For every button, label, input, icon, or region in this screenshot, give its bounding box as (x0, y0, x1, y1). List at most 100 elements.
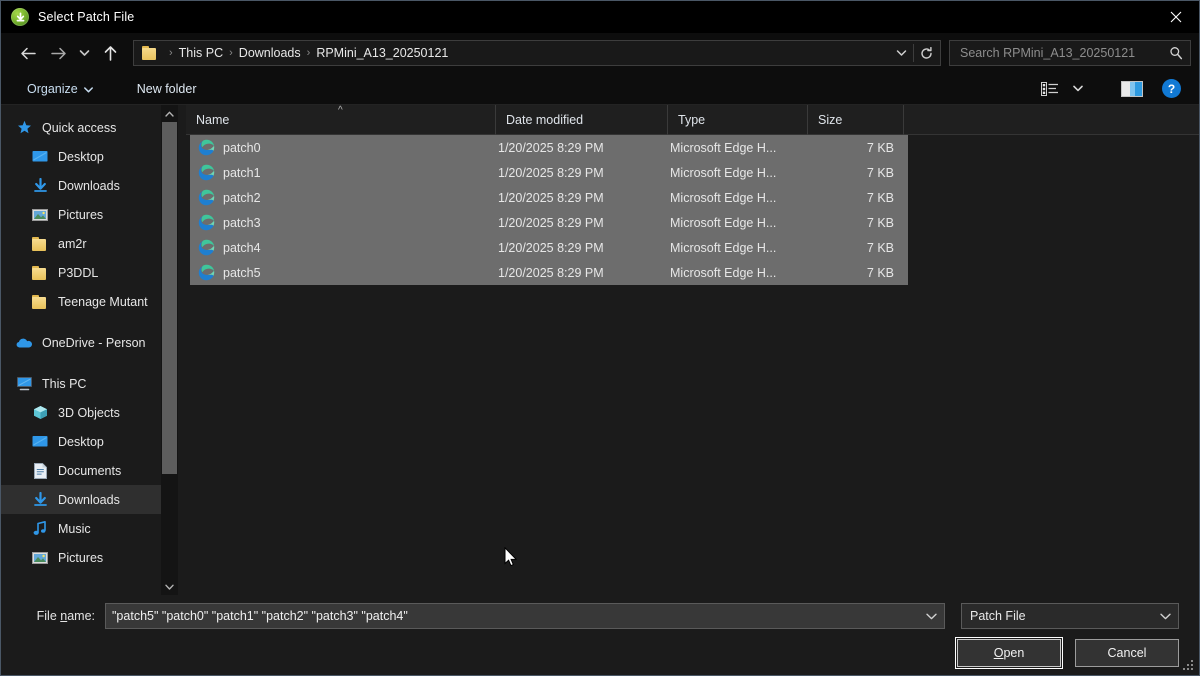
file-name: patch4 (223, 240, 261, 255)
sidebar-label: Desktop (58, 149, 104, 164)
help-button[interactable]: ? (1162, 79, 1181, 98)
sidebar-scrollbar[interactable] (161, 105, 178, 595)
sidebar-item-onedrive[interactable]: OneDrive - Person (1, 328, 186, 357)
download-icon (31, 177, 49, 195)
documents-icon (31, 462, 49, 480)
sidebar-item-am2r[interactable]: am2r (1, 229, 186, 258)
breadcrumb-separator: › (306, 47, 311, 59)
folder-icon (31, 264, 49, 282)
search-input[interactable]: Search RPMini_A13_20250121 (949, 40, 1191, 66)
cancel-button[interactable]: Cancel (1075, 639, 1179, 667)
file-name-cell[interactable]: patch2 (190, 189, 498, 206)
recent-locations-chevron-down-icon[interactable] (73, 38, 95, 68)
column-header-date-modified[interactable]: Date modified (496, 104, 668, 135)
file-name-cell[interactable]: patch1 (190, 164, 498, 181)
file-name: patch5 (223, 265, 261, 280)
download-arrow-icon (11, 8, 29, 26)
sidebar-item-documents[interactable]: Documents (1, 456, 186, 485)
dialog-footer: File name: "patch5" "patch0" "patch1" "p… (1, 595, 1199, 675)
sidebar-item-desktop-quick[interactable]: Desktop (1, 142, 186, 171)
arrow-up-icon[interactable] (95, 38, 125, 68)
scroll-up-chevron-up-icon[interactable] (161, 105, 178, 122)
file-name-cell[interactable]: patch4 (190, 239, 498, 256)
search-icon[interactable] (1166, 46, 1186, 60)
breadcrumb-item-this-pc[interactable]: This PC (179, 46, 223, 60)
table-row[interactable]: patch4 1/20/2025 8:29 PM Microsoft Edge … (190, 235, 908, 260)
sidebar-item-pictures-pc[interactable]: Pictures (1, 543, 186, 572)
navigation-sidebar[interactable]: Quick access Desktop Downloads Pictures … (1, 105, 186, 595)
sidebar-item-downloads-quick[interactable]: Downloads (1, 171, 186, 200)
sidebar-item-pictures-quick[interactable]: Pictures (1, 200, 186, 229)
close-icon[interactable] (1153, 1, 1199, 33)
sidebar-item-desktop-pc[interactable]: Desktop (1, 427, 186, 456)
file-name-cell[interactable]: patch5 (190, 264, 498, 281)
file-rows[interactable]: patch0 1/20/2025 8:29 PM Microsoft Edge … (186, 135, 1199, 595)
column-header-size[interactable]: Size (808, 104, 904, 135)
command-toolbar: Organize New folder ? (1, 73, 1199, 105)
column-label: Name (196, 112, 230, 127)
table-row[interactable]: patch1 1/20/2025 8:29 PM Microsoft Edge … (190, 160, 908, 185)
sidebar-item-music[interactable]: Music (1, 514, 186, 543)
sidebar-label: This PC (42, 376, 87, 391)
file-name: patch0 (223, 140, 261, 155)
table-row[interactable]: patch5 1/20/2025 8:29 PM Microsoft Edge … (190, 260, 908, 285)
scroll-down-chevron-down-icon[interactable] (161, 578, 178, 595)
breadcrumb-item-downloads[interactable]: Downloads (239, 46, 301, 60)
file-name: patch2 (223, 190, 261, 205)
navigation-bar: › This PC › Downloads › RPMini_A13_20250… (1, 33, 1199, 73)
column-header-type[interactable]: Type (668, 104, 808, 135)
sidebar-item-p3ddl[interactable]: P3DDL (1, 258, 186, 287)
sidebar-item-teenage-mutant[interactable]: Teenage Mutant (1, 287, 186, 316)
sidebar-label: 3D Objects (58, 405, 120, 420)
organize-button[interactable]: Organize (21, 76, 99, 102)
view-chevron-down-icon[interactable] (1064, 77, 1092, 101)
file-date-modified: 1/20/2025 8:29 PM (498, 265, 604, 280)
sidebar-item-downloads-pc[interactable]: Downloads (1, 485, 186, 514)
star-icon (15, 119, 33, 137)
file-name-cell[interactable]: patch0 (190, 139, 498, 156)
table-row[interactable]: patch3 1/20/2025 8:29 PM Microsoft Edge … (190, 210, 908, 235)
preview-pane-icon[interactable] (1118, 77, 1146, 101)
edge-icon (198, 214, 215, 231)
search-placeholder: Search RPMini_A13_20250121 (960, 46, 1136, 60)
new-folder-button[interactable]: New folder (131, 76, 203, 102)
sidebar-item-3d-objects[interactable]: 3D Objects (1, 398, 186, 427)
sidebar-label: Downloads (58, 178, 120, 193)
view-list-icon[interactable] (1036, 77, 1064, 101)
sidebar-item-this-pc[interactable]: This PC (1, 369, 186, 398)
resize-grip[interactable] (1181, 658, 1195, 672)
edge-icon (198, 164, 215, 181)
refresh-icon[interactable] (914, 41, 938, 65)
breadcrumb-chevron-down-icon[interactable] (889, 41, 913, 65)
sidebar-label: Desktop (58, 434, 104, 449)
file-name-chevron-down-icon[interactable] (920, 613, 942, 620)
sidebar-label: Quick access (42, 120, 117, 135)
arrow-left-icon[interactable] (13, 38, 43, 68)
open-button[interactable]: Open (955, 637, 1063, 669)
file-name-input[interactable]: "patch5" "patch0" "patch1" "patch2" "pat… (105, 603, 945, 629)
sidebar-label: Pictures (58, 207, 104, 222)
music-icon (31, 520, 49, 538)
file-date-modified: 1/20/2025 8:29 PM (498, 140, 604, 155)
edge-icon (198, 239, 215, 256)
sidebar-label: am2r (58, 236, 87, 251)
breadcrumb-separator: › (229, 47, 233, 59)
scrollbar-thumb[interactable] (162, 122, 177, 474)
breadcrumb[interactable]: › This PC › Downloads › RPMini_A13_20250… (133, 40, 941, 66)
sidebar-item-quick-access[interactable]: Quick access (1, 113, 186, 142)
download-icon (31, 491, 49, 509)
table-row[interactable]: patch0 1/20/2025 8:29 PM Microsoft Edge … (190, 135, 908, 160)
sidebar-label: Music (58, 521, 91, 536)
table-row[interactable]: patch2 1/20/2025 8:29 PM Microsoft Edge … (190, 185, 908, 210)
desktop-icon (31, 148, 49, 166)
file-list: Name ^ Date modified Type Size patch0 1/… (186, 104, 1199, 595)
file-type-select[interactable]: Patch File (961, 603, 1179, 629)
breadcrumb-item-current-folder[interactable]: RPMini_A13_20250121 (316, 46, 448, 60)
arrow-right-icon[interactable] (43, 38, 73, 68)
scrollbar-track[interactable] (161, 122, 178, 578)
file-size: 7 KB (866, 240, 894, 255)
computer-icon (15, 375, 33, 393)
file-name-cell[interactable]: patch3 (190, 214, 498, 231)
column-header-name[interactable]: Name ^ (186, 104, 496, 135)
file-type-chevron-down-icon[interactable] (1154, 613, 1176, 620)
